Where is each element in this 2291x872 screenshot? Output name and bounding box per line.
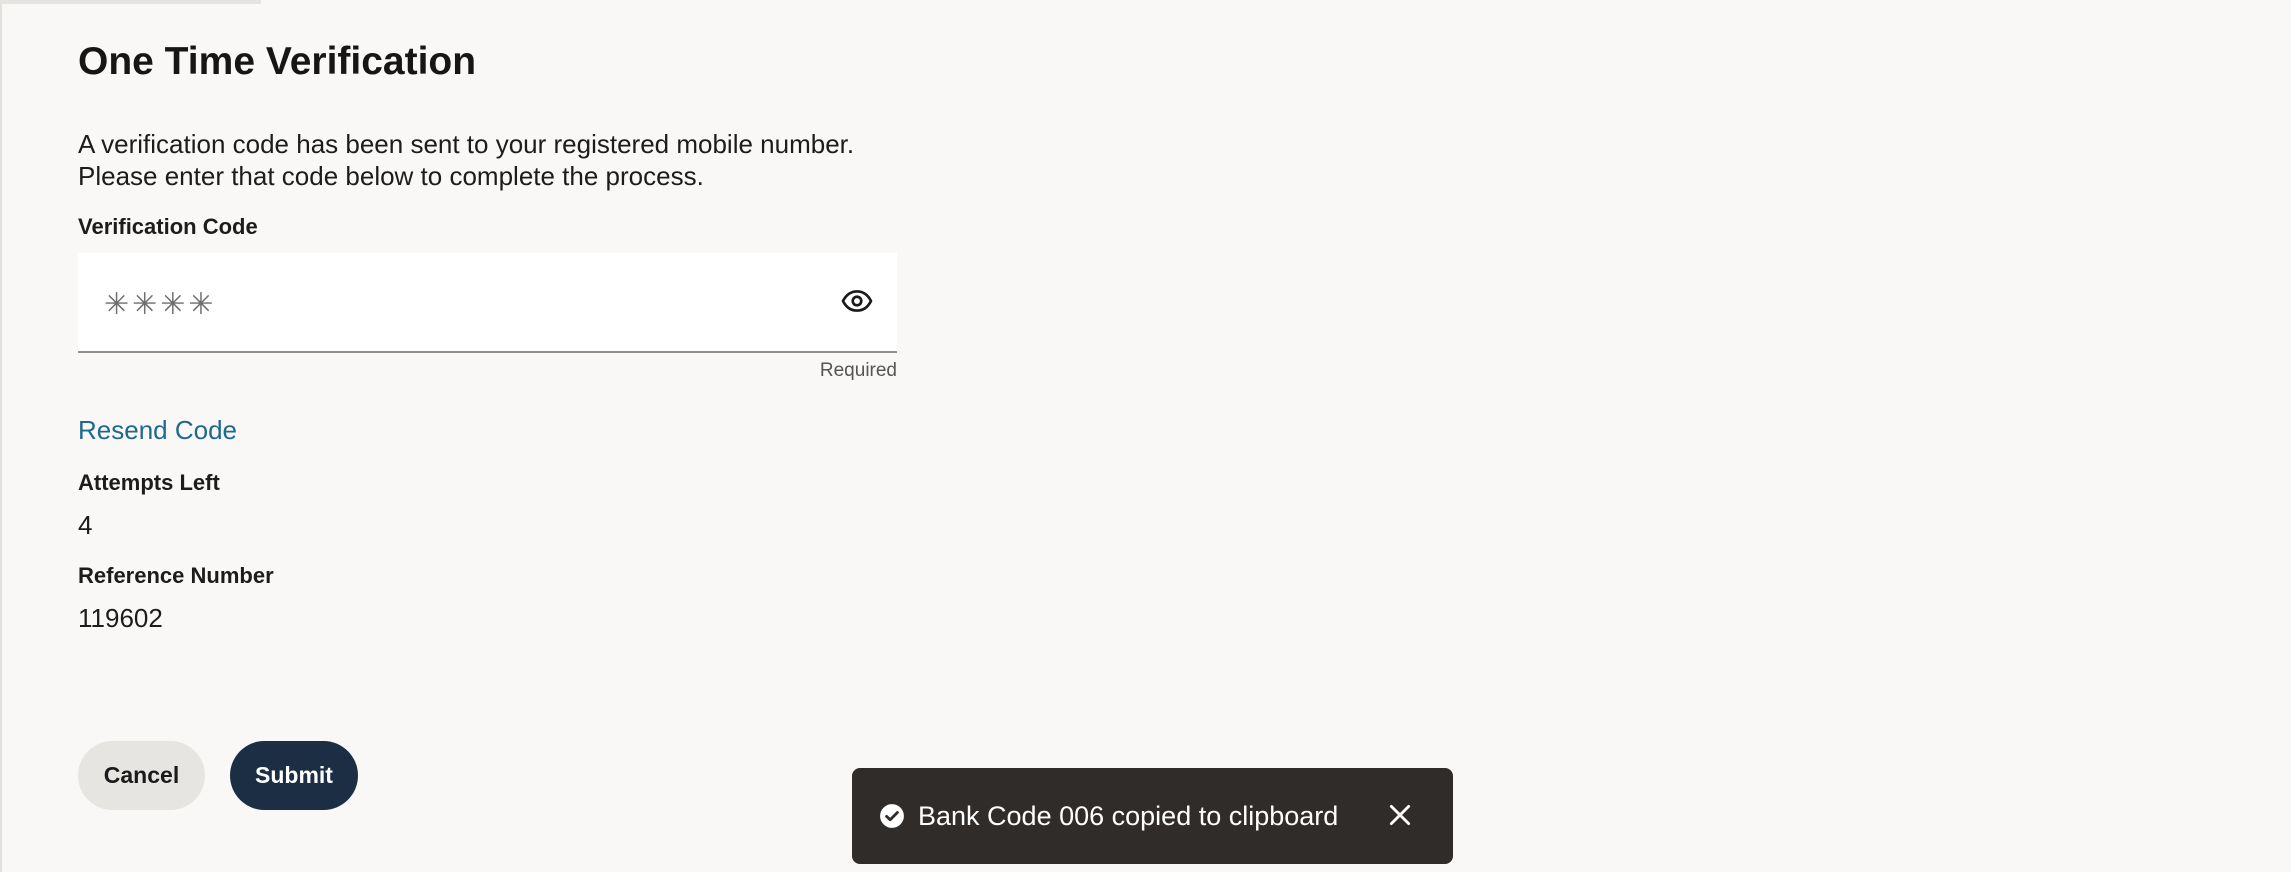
toast-notification: Bank Code 006 copied to clipboard	[852, 768, 1453, 864]
resend-code-link[interactable]: Resend Code	[78, 415, 237, 446]
attempts-left-label: Attempts Left	[78, 470, 220, 495]
loading-progress-bar	[0, 0, 2291, 4]
reference-number-value: 119602	[78, 603, 163, 633]
verification-code-input[interactable]	[102, 275, 806, 333]
verification-code-helper-text: Required	[819, 360, 897, 381]
page-title: One Time Verification	[78, 40, 477, 83]
eye-icon	[841, 290, 873, 312]
attempts-left-value: 4	[78, 510, 93, 540]
close-icon	[1389, 804, 1411, 826]
cancel-button[interactable]: Cancel	[78, 741, 205, 810]
toast-message: Bank Code 006 copied to clipboard	[918, 800, 1339, 831]
toggle-visibility-button[interactable]	[839, 283, 875, 319]
verification-code-label: Verification Code	[78, 214, 258, 239]
loading-progress-fill	[0, 0, 262, 4]
page-description: A verification code has been sent to you…	[78, 129, 855, 191]
submit-button[interactable]: Submit	[230, 741, 358, 810]
page-left-border	[0, 0, 2, 872]
reference-number-label: Reference Number	[78, 563, 274, 588]
toast-close-button[interactable]	[1385, 800, 1415, 830]
verification-code-field	[78, 253, 897, 353]
check-circle-icon	[878, 802, 906, 830]
